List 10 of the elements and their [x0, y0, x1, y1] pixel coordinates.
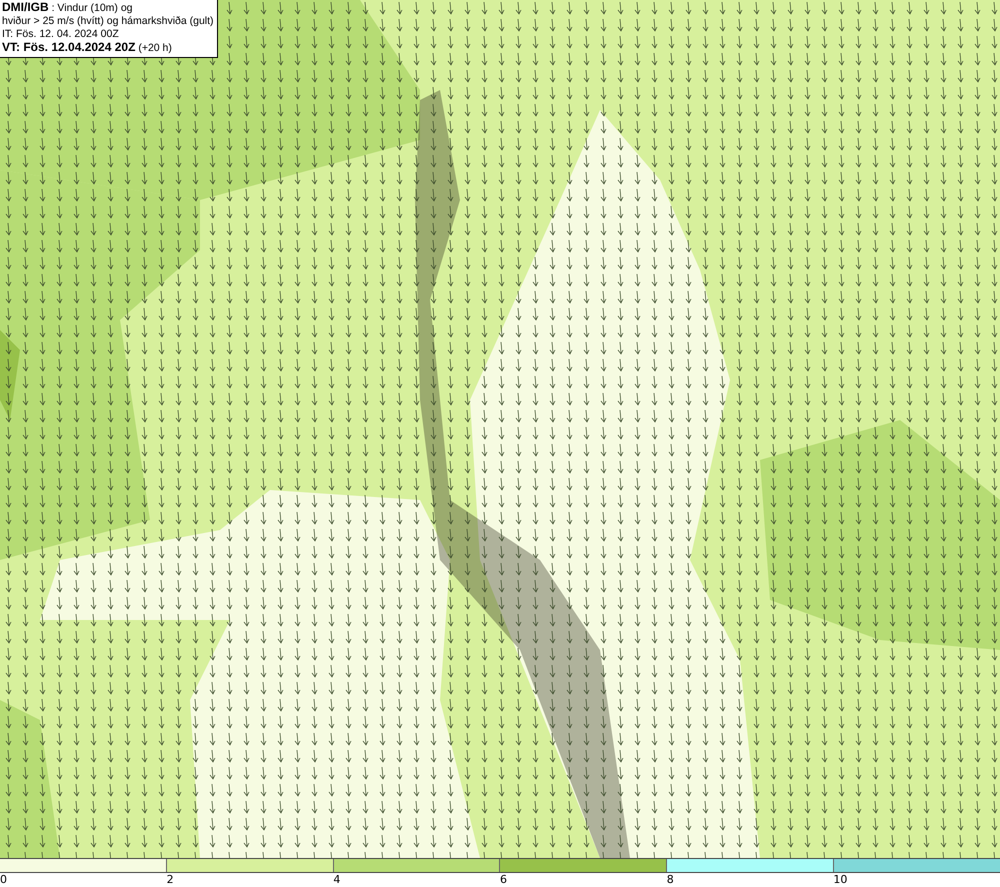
legend-label: 4: [333, 873, 342, 887]
legend-label: 8: [666, 873, 675, 887]
legend-label: 0: [0, 873, 8, 887]
info-text: VT: Fös. 12.04.2024 20Z (+20 h): [2, 41, 173, 55]
info-text: hviður > 25 m/s (hvítt) og hámarkshviða (gult): [2, 15, 214, 28]
legend-label: 10: [833, 873, 848, 887]
info-text: IT: Fös. 12. 04. 2024 00Z: [2, 28, 120, 41]
info-text: DMI/IGB : Vindur (10m) og: [2, 1, 134, 15]
legend-label: 6: [500, 873, 508, 887]
legend-label: 2: [166, 873, 175, 887]
